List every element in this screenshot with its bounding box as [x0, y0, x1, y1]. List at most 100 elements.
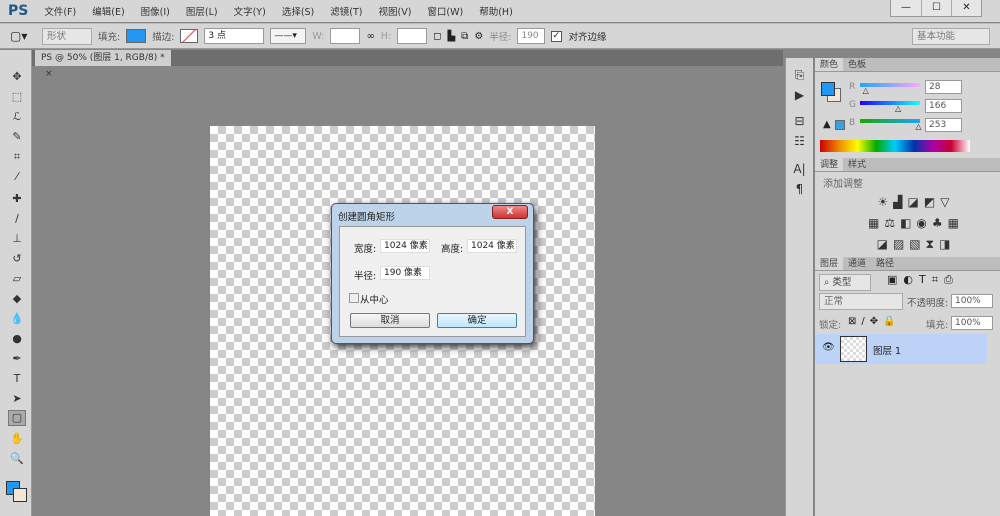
eyedropper-tool-icon[interactable]: ⁄	[8, 170, 26, 186]
g-slider[interactable]	[860, 101, 920, 105]
menu-help[interactable]: 帮助(H)	[479, 4, 513, 18]
lock-move-icon[interactable]: ✥	[870, 316, 883, 327]
lasso-tool-icon[interactable]: ℒ	[8, 110, 26, 126]
r-input[interactable]: 28	[925, 80, 962, 94]
ok-button[interactable]: 确定	[437, 313, 517, 328]
link-icon[interactable]: ∞	[366, 31, 374, 42]
g-slider-thumb[interactable]: △	[895, 104, 901, 113]
web-safe-color-swatch[interactable]	[835, 120, 845, 130]
photo-filter-icon[interactable]: ◉	[916, 216, 931, 230]
quick-select-tool-icon[interactable]: ✎	[8, 130, 26, 146]
fill-color-swatch[interactable]	[126, 29, 147, 43]
pen-tool-icon[interactable]: ✒	[8, 352, 26, 368]
zoom-tool-icon[interactable]: 🔍	[8, 452, 26, 468]
b-slider[interactable]	[860, 119, 920, 123]
tab-layers[interactable]: 图层	[815, 257, 844, 270]
adjustment-filter-icon[interactable]: ◐	[903, 273, 919, 286]
tab-paths[interactable]: 路径	[871, 257, 899, 270]
character-icon[interactable]: A|	[786, 162, 813, 182]
menu-type[interactable]: 文字(Y)	[234, 4, 266, 18]
blur-tool-icon[interactable]: 💧	[8, 312, 26, 328]
marquee-tool-icon[interactable]: ⬚	[8, 90, 26, 106]
paint-bucket-tool-icon[interactable]: ◆	[8, 292, 26, 308]
path-select-tool-icon[interactable]: ➤	[8, 392, 26, 408]
dialog-close-button[interactable]: X	[492, 205, 528, 219]
rounded-rectangle-tool-icon[interactable]: ▢	[8, 410, 26, 426]
close-button[interactable]: ✕	[951, 0, 981, 16]
paragraph-icon[interactable]: ¶	[786, 182, 813, 202]
lock-transparent-icon[interactable]: ⊠	[848, 316, 861, 327]
levels-icon[interactable]: ▟	[893, 195, 907, 209]
stroke-type-select[interactable]: ——▾	[270, 28, 307, 44]
workspace-select[interactable]: 基本功能	[912, 27, 990, 45]
threshold-icon[interactable]: ▧	[909, 237, 925, 251]
width-input[interactable]: 1024 像素	[380, 239, 430, 253]
opacity-input[interactable]: 100%	[951, 294, 993, 308]
layer-comps-icon[interactable]: ⊟	[786, 114, 813, 134]
document-tab[interactable]: PS @ 50% (图层 1, RGB/8) * ×	[35, 50, 171, 79]
menu-image[interactable]: 图像(I)	[141, 4, 170, 18]
color-panel-foreground-swatch[interactable]	[821, 82, 835, 96]
black-white-icon[interactable]: ◧	[900, 216, 916, 230]
type-filter-icon[interactable]: T	[919, 273, 932, 286]
smart-object-filter-icon[interactable]: ⎙	[944, 273, 959, 286]
b-slider-thumb[interactable]: △	[915, 122, 921, 131]
tab-styles[interactable]: 样式	[843, 158, 871, 171]
menu-view[interactable]: 视图(V)	[378, 4, 411, 18]
vibrance-icon[interactable]: ▽	[940, 195, 954, 209]
shape-filter-icon[interactable]: ⌗	[932, 273, 944, 286]
menu-file[interactable]: 文件(F)	[44, 4, 76, 18]
menu-window[interactable]: 窗口(W)	[427, 4, 463, 18]
layer-row[interactable]: 👁 图层 1	[815, 334, 987, 364]
posterize-icon[interactable]: ▨	[893, 237, 909, 251]
menu-filter[interactable]: 滤镜(T)	[330, 4, 362, 18]
height-input[interactable]: 1024 像素	[467, 239, 517, 253]
lock-paint-icon[interactable]: /	[861, 316, 869, 327]
properties-icon[interactable]: ☷	[786, 134, 813, 154]
brightness-icon[interactable]: ☀	[878, 195, 894, 209]
tab-adjustments[interactable]: 调整	[815, 158, 844, 171]
shape-mode-select[interactable]: 形状	[42, 27, 92, 45]
out-of-gamut-warning-icon[interactable]: ▲	[823, 119, 831, 130]
tab-channels[interactable]: 通道	[843, 257, 871, 270]
lock-all-icon[interactable]: 🔒	[883, 316, 900, 327]
hue-saturation-icon[interactable]: ▦	[868, 216, 884, 230]
actions-play-icon[interactable]: ▶	[786, 88, 813, 108]
from-center-checkbox[interactable]	[349, 293, 359, 303]
exposure-icon[interactable]: ◩	[924, 195, 940, 209]
stroke-width-input[interactable]: 3 点	[204, 28, 265, 44]
eraser-tool-icon[interactable]: ▱	[8, 272, 26, 288]
healing-brush-tool-icon[interactable]: ✚	[8, 192, 26, 208]
brush-tool-icon[interactable]: /	[8, 212, 26, 228]
path-alignment-icon[interactable]: ▙	[447, 31, 455, 42]
menu-layer[interactable]: 图层(L)	[186, 4, 218, 18]
rounded-rect-tool-preset-icon[interactable]: ▢▾	[10, 29, 36, 43]
background-color-swatch[interactable]	[13, 488, 27, 502]
type-tool-icon[interactable]: T	[8, 372, 26, 388]
visibility-eye-icon[interactable]: 👁	[822, 342, 835, 353]
channel-mixer-icon[interactable]: ♣	[932, 216, 948, 230]
curves-icon[interactable]: ◪	[908, 195, 924, 209]
width-input[interactable]	[330, 28, 361, 44]
close-tab-icon[interactable]: ×	[45, 69, 53, 79]
gear-icon[interactable]: ⚙	[474, 31, 483, 42]
height-input[interactable]	[397, 28, 428, 44]
color-balance-icon[interactable]: ⚖	[884, 216, 900, 230]
r-slider-thumb[interactable]: △	[863, 86, 869, 95]
fill-input[interactable]: 100%	[951, 316, 993, 330]
tab-swatches[interactable]: 色板	[843, 58, 871, 71]
color-spectrum-bar[interactable]	[820, 140, 970, 152]
hand-tool-icon[interactable]: ✋	[8, 432, 26, 448]
radius-input[interactable]: 190 像素	[517, 28, 546, 44]
tab-color[interactable]: 颜色	[815, 58, 844, 71]
b-input[interactable]: 253	[925, 118, 962, 132]
stroke-color-swatch[interactable]	[180, 29, 199, 43]
history-icon[interactable]: ⎘	[786, 68, 813, 88]
gradient-map-icon[interactable]: ◨	[939, 237, 955, 251]
color-lookup-icon[interactable]: ▦	[948, 216, 964, 230]
align-edges-checkbox[interactable]: ✓	[551, 30, 563, 42]
dodge-tool-icon[interactable]: ●	[8, 332, 26, 348]
move-tool-icon[interactable]: ✥	[8, 70, 26, 86]
crop-tool-icon[interactable]: ⌗	[8, 150, 26, 166]
history-brush-tool-icon[interactable]: ↺	[8, 252, 26, 268]
